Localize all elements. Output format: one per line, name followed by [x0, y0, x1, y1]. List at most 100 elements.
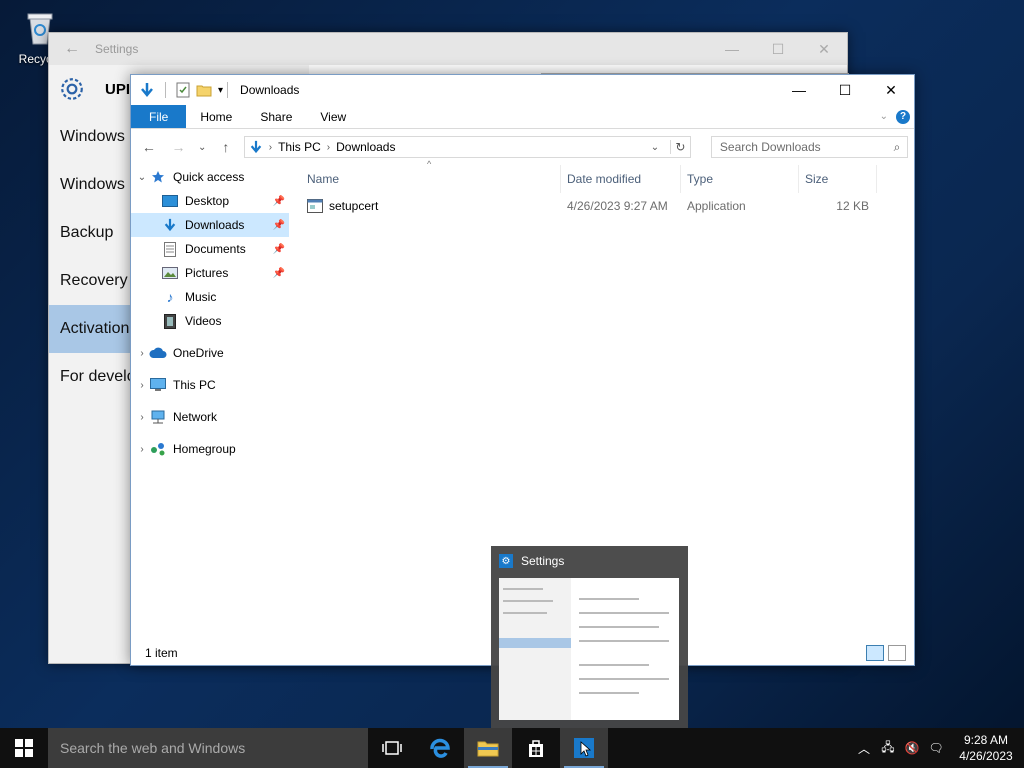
refresh-icon[interactable]: ↻ — [669, 140, 690, 154]
breadcrumb-chevron-icon[interactable]: › — [327, 142, 330, 153]
edge-icon — [430, 738, 450, 758]
document-icon — [161, 241, 179, 257]
settings-taskbar-button[interactable] — [560, 728, 608, 768]
file-row[interactable]: setupcert 4/26/2023 9:27 AM Application … — [301, 195, 884, 217]
edge-taskbar-button[interactable] — [416, 728, 464, 768]
taskbar-search-box[interactable]: Search the web and Windows — [48, 728, 368, 768]
nav-label: Pictures — [185, 266, 229, 280]
volume-muted-icon[interactable]: 🔇 — [900, 741, 924, 755]
nav-downloads[interactable]: Downloads 📌 — [131, 213, 289, 237]
desktop-icon — [161, 193, 179, 209]
column-size[interactable]: Size — [799, 165, 877, 193]
breadcrumb-this-pc[interactable]: This PC — [278, 140, 321, 154]
large-icons-view-icon[interactable] — [888, 645, 906, 661]
tab-share[interactable]: Share — [246, 105, 306, 128]
collapsed-chevron-icon[interactable]: › — [135, 444, 149, 455]
nav-label: Documents — [185, 242, 246, 256]
collapsed-chevron-icon[interactable]: › — [135, 348, 149, 359]
search-placeholder: Search Downloads — [719, 140, 821, 154]
new-folder-icon[interactable] — [196, 82, 212, 98]
back-arrow-icon[interactable]: ← — [49, 40, 95, 58]
up-arrow-icon[interactable]: ↑ — [214, 139, 238, 155]
network-tray-icon[interactable]: 🖧 — [876, 738, 900, 759]
column-date-modified[interactable]: Date modified — [561, 165, 681, 193]
action-center-icon[interactable]: 🗨 — [924, 741, 948, 755]
gear-icon: ⚙ — [499, 554, 513, 568]
download-arrow-icon — [161, 217, 179, 233]
toolbar-divider — [165, 82, 166, 98]
customize-dropdown-icon[interactable]: ▾ — [218, 85, 223, 96]
close-icon[interactable]: ✕ — [801, 41, 847, 58]
nav-homegroup[interactable]: › Homegroup — [131, 437, 289, 461]
explorer-title: Downloads — [240, 83, 300, 97]
nav-music[interactable]: ♪ Music — [131, 285, 289, 309]
settings-title: Settings — [95, 42, 139, 56]
nav-onedrive[interactable]: › OneDrive — [131, 341, 289, 365]
homegroup-icon — [149, 441, 167, 457]
collapsed-chevron-icon[interactable]: › — [135, 380, 149, 391]
settings-thumbnail-preview[interactable]: ⚙ Settings — [491, 546, 688, 728]
maximize-icon[interactable]: ☐ — [822, 75, 868, 105]
pin-icon[interactable]: 📌 — [273, 196, 285, 207]
tab-file[interactable]: File — [131, 105, 187, 128]
start-button[interactable] — [0, 728, 48, 768]
properties-icon[interactable] — [176, 82, 190, 98]
nav-documents[interactable]: Documents 📌 — [131, 237, 289, 261]
expand-ribbon-icon[interactable]: ⌄ — [880, 111, 888, 122]
clock-time: 9:28 AM — [963, 733, 1009, 747]
nav-network[interactable]: › Network — [131, 405, 289, 429]
thumbnail-image — [499, 578, 679, 720]
minimize-icon[interactable]: — — [709, 41, 755, 57]
minimize-icon[interactable]: — — [776, 75, 822, 105]
address-bar[interactable]: › This PC › Downloads ⌄ ↻ — [243, 136, 691, 158]
breadcrumb-downloads[interactable]: Downloads — [336, 140, 395, 154]
maximize-icon[interactable]: ☐ — [755, 41, 801, 58]
recent-locations-icon[interactable]: ⌄ — [196, 142, 208, 153]
help-icon[interactable]: ? — [896, 109, 910, 124]
ribbon-tabs: File Home Share View ⌄ ? — [131, 105, 914, 129]
tab-view[interactable]: View — [306, 105, 360, 128]
nav-desktop[interactable]: Desktop 📌 — [131, 189, 289, 213]
settings-title-bar[interactable]: ← Settings — ☐ ✕ — [49, 33, 847, 65]
star-icon — [149, 169, 167, 185]
file-explorer-taskbar-button[interactable] — [464, 728, 512, 768]
store-bag-icon — [529, 740, 543, 757]
pictures-icon — [161, 265, 179, 281]
task-view-button[interactable] — [368, 728, 416, 768]
explorer-title-bar[interactable]: ▾ Downloads — ☐ ✕ — [131, 75, 914, 105]
expanded-chevron-icon[interactable]: ⌄ — [135, 172, 149, 183]
film-icon — [161, 313, 179, 329]
address-dropdown-icon[interactable]: ⌄ — [646, 142, 664, 153]
file-name: setupcert — [329, 199, 379, 213]
address-row: ← → ⌄ ↑ › This PC › Downloads ⌄ ↻ Search… — [131, 129, 914, 165]
details-view-icon[interactable] — [866, 645, 884, 661]
system-tray: ︿ 🖧 🔇 🗨 9:28 AM 4/26/2023 — [852, 728, 1024, 768]
nav-quick-access[interactable]: ⌄ Quick access — [131, 165, 289, 189]
pin-icon[interactable]: 📌 — [273, 268, 285, 279]
column-type[interactable]: Type — [681, 165, 799, 193]
forward-arrow-icon[interactable]: → — [167, 139, 191, 155]
nav-this-pc[interactable]: › This PC — [131, 373, 289, 397]
close-icon[interactable]: ✕ — [868, 75, 914, 105]
column-name[interactable]: Name — [301, 165, 561, 193]
windows-logo-icon — [15, 739, 33, 757]
show-hidden-icons-icon[interactable]: ︿ — [852, 740, 876, 757]
collapsed-chevron-icon[interactable]: › — [135, 412, 149, 423]
quick-access-toolbar: ▾ — [139, 82, 223, 98]
nav-pictures[interactable]: Pictures 📌 — [131, 261, 289, 285]
nav-videos[interactable]: Videos — [131, 309, 289, 333]
pin-icon[interactable]: 📌 — [273, 244, 285, 255]
clock[interactable]: 9:28 AM 4/26/2023 — [948, 732, 1024, 764]
clock-date: 4/26/2023 — [959, 749, 1013, 763]
taskbar: Search the web and Windows ︿ 🖧 🔇 🗨 9:28 … — [0, 728, 1024, 768]
nav-label: Network — [173, 410, 218, 424]
nav-label: Quick access — [173, 170, 245, 184]
search-input[interactable]: Search Downloads ⌕ — [710, 136, 909, 158]
store-taskbar-button[interactable] — [512, 728, 560, 768]
back-arrow-icon[interactable]: ← — [137, 139, 161, 155]
breadcrumb-chevron-icon[interactable]: › — [269, 142, 272, 153]
application-icon — [307, 199, 323, 213]
pin-icon[interactable]: 📌 — [273, 220, 285, 231]
item-count: 1 item — [145, 646, 178, 660]
tab-home[interactable]: Home — [186, 105, 246, 128]
